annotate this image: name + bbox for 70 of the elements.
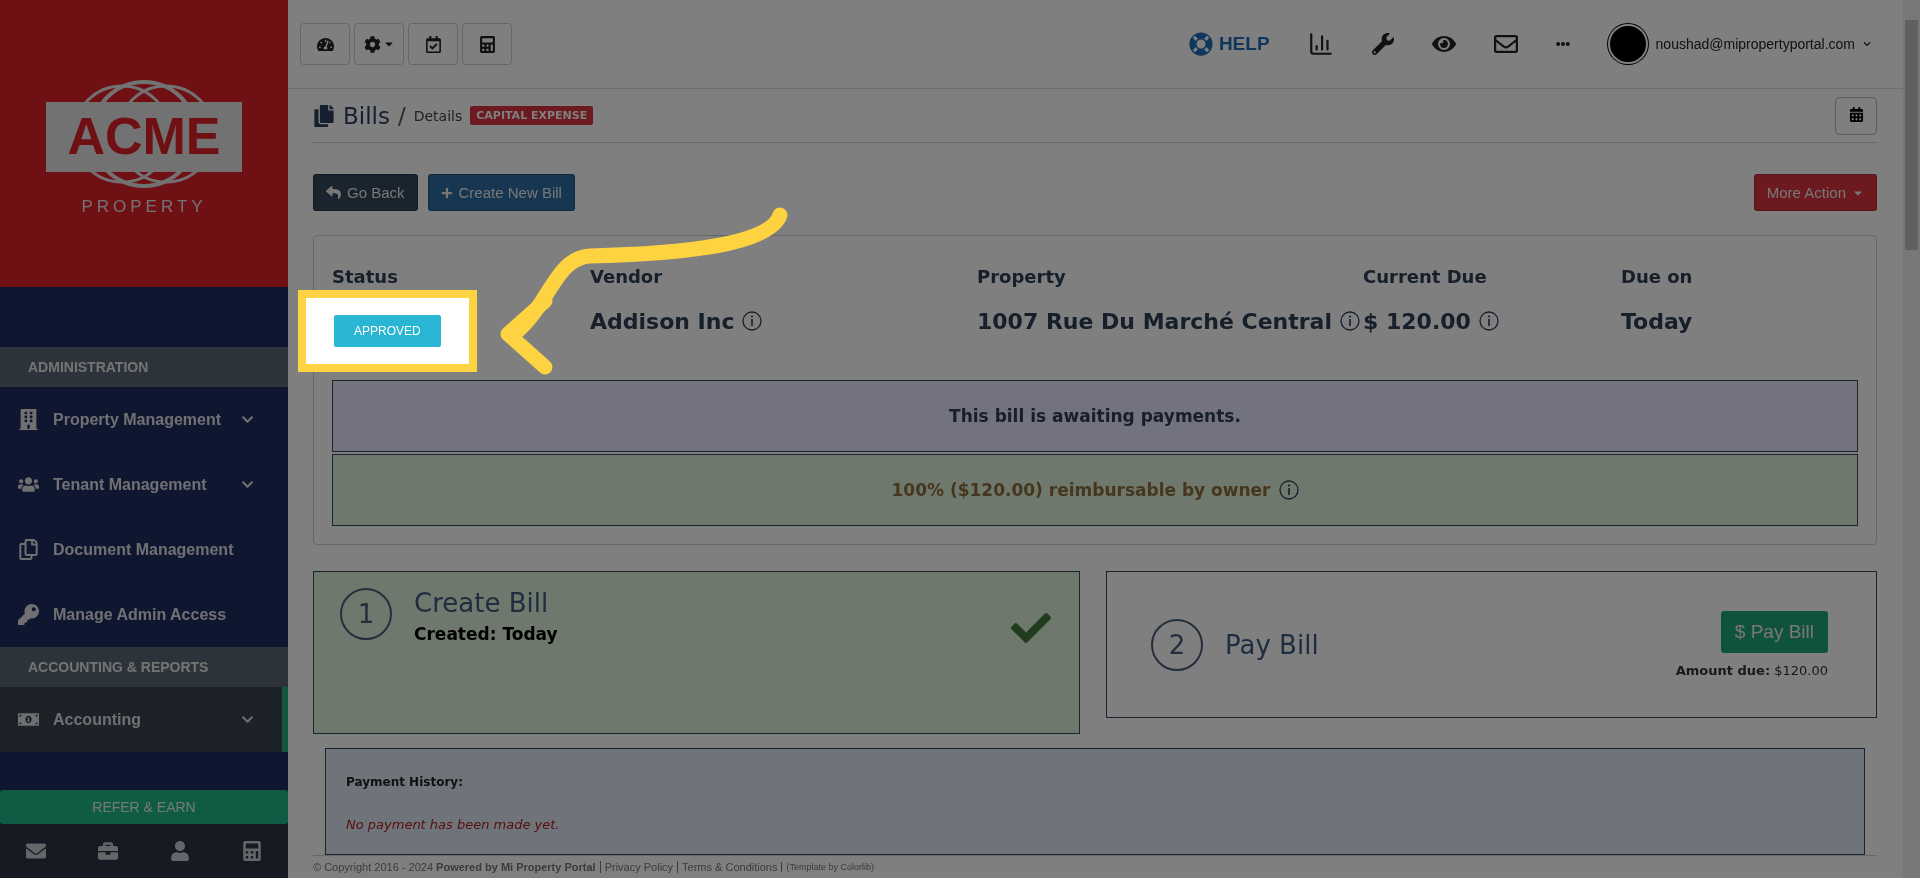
notice-text: 100% ($120.00) reimbursable by owner bbox=[891, 480, 1271, 500]
bar-chart-icon[interactable] bbox=[1307, 31, 1334, 57]
acme-logo: ACME PROPERTY bbox=[44, 63, 244, 224]
summary-label: Due on bbox=[1621, 266, 1694, 289]
calendar-check-button[interactable] bbox=[408, 23, 458, 65]
key-icon bbox=[18, 604, 39, 625]
settings-icon bbox=[363, 35, 381, 53]
calculator-icon[interactable] bbox=[242, 841, 262, 861]
help-link[interactable]: HELP bbox=[1188, 32, 1270, 56]
template-credit: (Template by Colorlib) bbox=[781, 862, 874, 872]
breadcrumb-current: Details bbox=[413, 107, 463, 124]
summary-label: Vendor bbox=[590, 266, 664, 289]
summary-value: $ 120.00 bbox=[1363, 308, 1471, 334]
sidebar-item[interactable]: Property Management bbox=[0, 387, 288, 452]
page-title: Bills bbox=[343, 102, 390, 129]
summary-label: Status bbox=[332, 266, 399, 289]
create-bill-button[interactable]: Create New Bill bbox=[427, 174, 575, 211]
briefcase-icon[interactable] bbox=[98, 841, 118, 861]
sidebar-item[interactable]: Document Management bbox=[0, 517, 288, 582]
user-icon[interactable] bbox=[170, 841, 190, 861]
step-detail: Created: Today bbox=[414, 624, 559, 644]
calendar-icon bbox=[1848, 106, 1864, 122]
step-title: Pay Bill bbox=[1225, 629, 1320, 660]
copyright-text: © Copyright 2016 - 2024 Powered by Mi Property Portal bbox=[313, 861, 596, 873]
summary-value: Addison Inc bbox=[590, 308, 735, 334]
documents-icon bbox=[18, 539, 39, 560]
refer-earn-button[interactable]: REFER & EARN bbox=[0, 790, 288, 824]
expense-tag: CAPITAL EXPENSE bbox=[470, 106, 594, 125]
footer-link[interactable]: Terms & Conditions bbox=[677, 861, 778, 873]
step-number: 1 bbox=[340, 588, 392, 640]
reply-icon bbox=[326, 185, 341, 200]
calculator-button[interactable] bbox=[462, 23, 512, 65]
pay-bill-button[interactable]: $ Pay Bill bbox=[1720, 611, 1828, 653]
calendar-check-icon bbox=[424, 35, 442, 53]
empty-message: No payment has been made yet. bbox=[346, 817, 561, 832]
mail-icon[interactable] bbox=[1493, 32, 1518, 56]
summary-value: Today bbox=[1621, 308, 1693, 334]
sidebar-item[interactable]: Accounting bbox=[0, 687, 288, 752]
summary-label: Current Due bbox=[1363, 266, 1488, 289]
summary-value: 1007 Rue Du Marché Central bbox=[977, 308, 1332, 334]
users-icon bbox=[18, 474, 39, 495]
payment-history-title: Payment History: bbox=[346, 775, 464, 789]
scrollbar-thumb[interactable] bbox=[1905, 20, 1918, 250]
mail-icon[interactable] bbox=[26, 841, 46, 861]
wrench-icon[interactable] bbox=[1371, 33, 1394, 55]
user-menu[interactable]: noushad@mipropertyportal.com bbox=[1607, 24, 1871, 64]
plus-icon bbox=[440, 186, 453, 199]
building-icon bbox=[18, 409, 39, 430]
speedometer-icon bbox=[316, 35, 334, 53]
dashboard-button[interactable] bbox=[300, 23, 350, 65]
step-number: 2 bbox=[1151, 618, 1203, 671]
sidebar-item[interactable]: Manage Admin Access bbox=[0, 582, 288, 647]
sidebar-item[interactable]: Tenant Management bbox=[0, 452, 288, 517]
breadcrumb-separator: / bbox=[397, 102, 406, 129]
status-badge: APPROVED bbox=[334, 315, 441, 347]
calculator-icon bbox=[478, 35, 496, 53]
footer-link[interactable]: Privacy Policy bbox=[599, 861, 674, 873]
notice-text: This bill is awaiting payments. bbox=[949, 406, 1241, 426]
sidebar-section-title: ADMINISTRATION bbox=[0, 347, 288, 387]
step-title: Create Bill bbox=[414, 588, 550, 618]
calendar-button[interactable] bbox=[1835, 96, 1877, 135]
summary-label: Property bbox=[977, 266, 1067, 289]
bills-icon bbox=[313, 104, 335, 127]
more-action-button[interactable]: More Action bbox=[1753, 174, 1877, 211]
go-back-button[interactable]: Go Back bbox=[313, 174, 418, 211]
amount-due: Amount due: $120.00 bbox=[1675, 663, 1828, 678]
sidebar-section-title: ACCOUNTING & REPORTS bbox=[0, 647, 288, 687]
lifebuoy-icon bbox=[1188, 32, 1213, 56]
chevron-down-icon bbox=[1863, 40, 1871, 48]
settings-button[interactable] bbox=[354, 23, 404, 65]
